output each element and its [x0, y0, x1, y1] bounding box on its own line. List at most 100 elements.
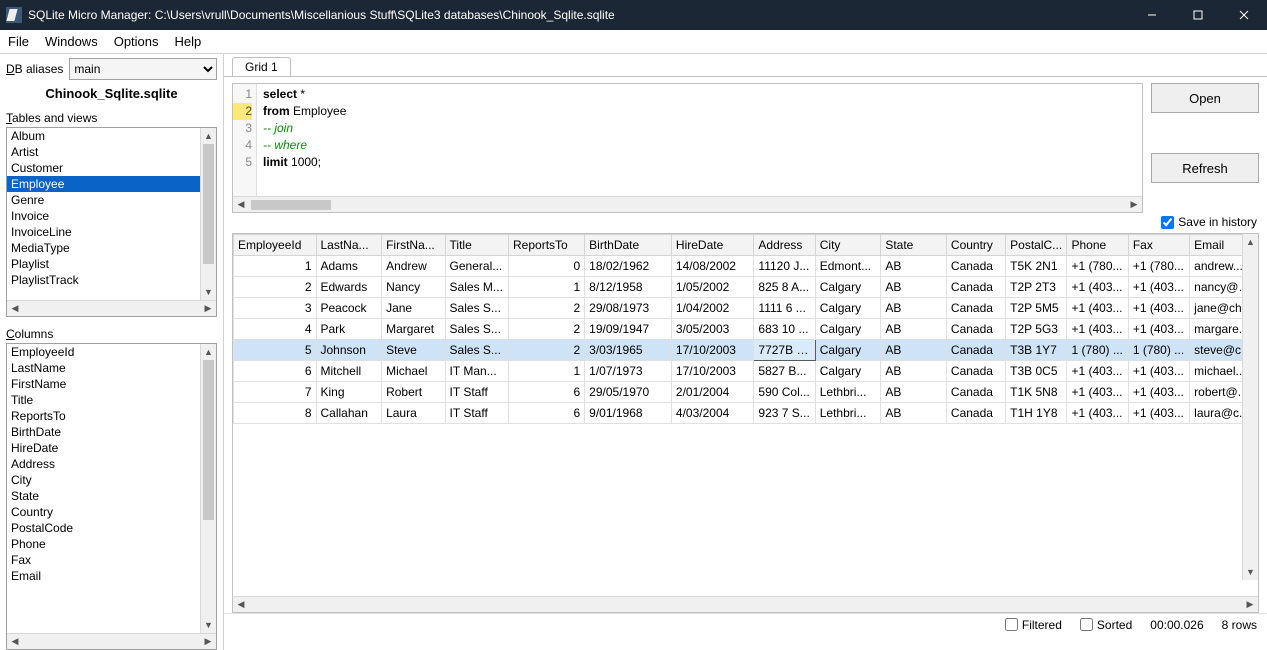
- cell[interactable]: 1111 6 ...: [754, 298, 815, 319]
- cell[interactable]: T2P 5G3: [1006, 319, 1067, 340]
- column-header[interactable]: State: [881, 235, 947, 256]
- cell[interactable]: Park: [316, 319, 382, 340]
- cell[interactable]: Laura: [382, 403, 445, 424]
- sql-editor[interactable]: 12345 select *from Employee-- join-- whe…: [232, 83, 1143, 213]
- cell[interactable]: AB: [881, 382, 947, 403]
- cell[interactable]: 5827 B...: [754, 361, 815, 382]
- cell[interactable]: 1: [509, 277, 585, 298]
- cell[interactable]: 8/12/1958: [585, 277, 672, 298]
- cell[interactable]: T1K 5N8: [1006, 382, 1067, 403]
- cell[interactable]: +1 (780...: [1128, 256, 1189, 277]
- cell[interactable]: Canada: [946, 319, 1005, 340]
- cell[interactable]: Lethbri...: [815, 403, 881, 424]
- menu-file[interactable]: File: [8, 34, 29, 49]
- column-header[interactable]: Fax: [1128, 235, 1189, 256]
- cell[interactable]: T2P 5M5: [1006, 298, 1067, 319]
- column-header[interactable]: PostalC...: [1006, 235, 1067, 256]
- table-item[interactable]: Genre: [7, 192, 216, 208]
- column-header[interactable]: Address: [754, 235, 815, 256]
- cell[interactable]: Nancy: [382, 277, 445, 298]
- cell[interactable]: 683 10 ...: [754, 319, 815, 340]
- column-header[interactable]: LastNa...: [316, 235, 382, 256]
- cell[interactable]: Johnson: [316, 340, 382, 361]
- column-item[interactable]: BirthDate: [7, 424, 216, 440]
- table-item[interactable]: InvoiceLine: [7, 224, 216, 240]
- cell[interactable]: Calgary: [815, 340, 881, 361]
- column-item[interactable]: FirstName: [7, 376, 216, 392]
- columns-hscroll[interactable]: ◀▶: [7, 633, 216, 649]
- column-header[interactable]: ReportsTo: [509, 235, 585, 256]
- column-item[interactable]: EmployeeId: [7, 344, 216, 360]
- cell[interactable]: Sales M...: [445, 277, 508, 298]
- cell[interactable]: Edmont...: [815, 256, 881, 277]
- cell[interactable]: T5K 2N1: [1006, 256, 1067, 277]
- cell[interactable]: Calgary: [815, 319, 881, 340]
- cell[interactable]: 6: [509, 382, 585, 403]
- table-row[interactable]: 5JohnsonSteveSales S...23/03/196517/10/2…: [234, 340, 1258, 361]
- cell[interactable]: 1 (780) ...: [1128, 340, 1189, 361]
- cell[interactable]: 825 8 A...: [754, 277, 815, 298]
- grid-vscroll[interactable]: ▲▼: [1242, 234, 1258, 580]
- cell[interactable]: 7: [234, 382, 317, 403]
- cell[interactable]: 2: [509, 340, 585, 361]
- table-row[interactable]: 4ParkMargaretSales S...219/09/19473/05/2…: [234, 319, 1258, 340]
- cell[interactable]: AB: [881, 361, 947, 382]
- cell[interactable]: 1: [234, 256, 317, 277]
- table-item[interactable]: MediaType: [7, 240, 216, 256]
- cell[interactable]: Canada: [946, 403, 1005, 424]
- cell[interactable]: Sales S...: [445, 298, 508, 319]
- cell[interactable]: Canada: [946, 361, 1005, 382]
- refresh-button[interactable]: Refresh: [1151, 153, 1259, 183]
- cell[interactable]: Canada: [946, 340, 1005, 361]
- cell[interactable]: +1 (403...: [1128, 298, 1189, 319]
- columns-listbox[interactable]: EmployeeIdLastNameFirstNameTitleReportsT…: [6, 343, 217, 650]
- cell[interactable]: 1 (780) ...: [1067, 340, 1128, 361]
- cell[interactable]: 2: [234, 277, 317, 298]
- cell[interactable]: Steve: [382, 340, 445, 361]
- cell[interactable]: Michael: [382, 361, 445, 382]
- table-item[interactable]: Customer: [7, 160, 216, 176]
- column-item[interactable]: Email: [7, 568, 216, 584]
- table-item[interactable]: Invoice: [7, 208, 216, 224]
- cell[interactable]: +1 (403...: [1128, 361, 1189, 382]
- table-row[interactable]: 7KingRobertIT Staff629/05/19702/01/20045…: [234, 382, 1258, 403]
- cell[interactable]: Mitchell: [316, 361, 382, 382]
- column-item[interactable]: LastName: [7, 360, 216, 376]
- cell[interactable]: 4/03/2004: [671, 403, 754, 424]
- cell[interactable]: 8: [234, 403, 317, 424]
- table-item[interactable]: Playlist: [7, 256, 216, 272]
- cell[interactable]: 6: [509, 403, 585, 424]
- column-header[interactable]: EmployeeId: [234, 235, 317, 256]
- column-header[interactable]: BirthDate: [585, 235, 672, 256]
- cell[interactable]: 11120 J...: [754, 256, 815, 277]
- cell[interactable]: 19/09/1947: [585, 319, 672, 340]
- cell[interactable]: T3B 1Y7: [1006, 340, 1067, 361]
- cell[interactable]: Adams: [316, 256, 382, 277]
- cell[interactable]: 0: [509, 256, 585, 277]
- column-item[interactable]: ReportsTo: [7, 408, 216, 424]
- cell[interactable]: +1 (403...: [1067, 298, 1128, 319]
- cell[interactable]: +1 (403...: [1067, 382, 1128, 403]
- cell[interactable]: +1 (403...: [1128, 319, 1189, 340]
- cell[interactable]: Canada: [946, 298, 1005, 319]
- table-item[interactable]: Artist: [7, 144, 216, 160]
- cell[interactable]: 29/08/1973: [585, 298, 672, 319]
- table-row[interactable]: 8CallahanLauraIT Staff69/01/19684/03/200…: [234, 403, 1258, 424]
- filtered-checkbox[interactable]: [1005, 618, 1018, 631]
- cell[interactable]: +1 (403...: [1067, 361, 1128, 382]
- cell[interactable]: +1 (403...: [1128, 382, 1189, 403]
- cell[interactable]: +1 (403...: [1128, 403, 1189, 424]
- column-item[interactable]: Fax: [7, 552, 216, 568]
- cell[interactable]: Sales S...: [445, 340, 508, 361]
- menu-windows[interactable]: Windows: [45, 34, 98, 49]
- cell[interactable]: 17/10/2003: [671, 340, 754, 361]
- cell[interactable]: IT Staff: [445, 403, 508, 424]
- column-header[interactable]: Country: [946, 235, 1005, 256]
- columns-vscroll[interactable]: ▲▼: [200, 344, 216, 633]
- tables-vscroll[interactable]: ▲▼: [200, 128, 216, 300]
- tab-grid1[interactable]: Grid 1: [232, 57, 291, 76]
- cell[interactable]: 4: [234, 319, 317, 340]
- table-item[interactable]: Album: [7, 128, 216, 144]
- column-header[interactable]: FirstNa...: [382, 235, 445, 256]
- cell[interactable]: 1/07/1973: [585, 361, 672, 382]
